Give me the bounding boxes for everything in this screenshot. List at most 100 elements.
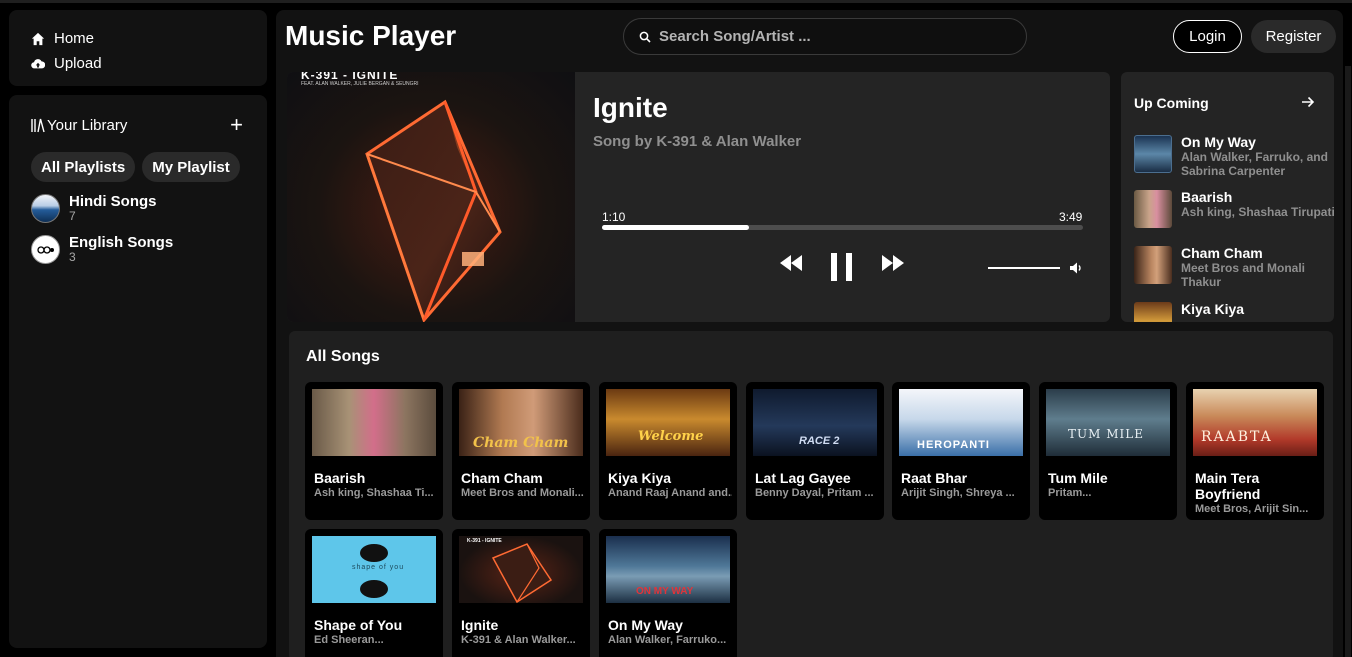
volume-icon[interactable]	[1069, 261, 1083, 275]
divide-symbol-icon	[360, 544, 388, 562]
playlist-item-english[interactable]: English Songs 3	[31, 235, 245, 264]
song-card[interactable]: RACE 2 Lat Lag Gayee Benny Dayal, Pritam…	[746, 382, 884, 520]
album-cover: K-391 - IGNITE FEAT. ALAN WALKER, JULIE …	[287, 72, 575, 322]
up-coming-artist: Alan Walker, Farruko, and Sabrina Carpen…	[1181, 150, 1328, 178]
album-art-pyramid	[365, 99, 502, 322]
up-coming-name: Baarish	[1181, 189, 1233, 205]
song-cover: TUM MILE	[1046, 389, 1170, 456]
up-coming-artist: Meet Bros and Monali Thakur	[1181, 261, 1306, 289]
up-coming-item[interactable]: Kiya Kiya	[1134, 302, 1334, 322]
up-coming-item[interactable]: Cham Cham Meet Bros and Monali Thakur	[1134, 246, 1334, 289]
current-time: 1:10	[602, 210, 626, 224]
scrollbar[interactable]	[1345, 66, 1351, 657]
song-cover-text: ON MY WAY	[636, 586, 694, 597]
progress-bar[interactable]	[602, 225, 1083, 230]
song-card[interactable]: ON MY WAY On My Way Alan Walker, Farruko…	[599, 529, 737, 657]
song-cover-text: RAABTA	[1201, 429, 1273, 445]
cloud-upload-icon	[31, 58, 45, 68]
song-card-name: Shape of You	[314, 617, 403, 633]
chip-all-playlists[interactable]: All Playlists	[31, 152, 136, 182]
cover-subtitle: FEAT. ALAN WALKER, JULIE BERGAN & SEUNGR…	[301, 81, 419, 87]
playlist-item-hindi[interactable]: Hindi Songs 7	[31, 194, 245, 223]
playlist-name: English Songs	[69, 234, 174, 251]
song-card-artist: Meet Bros, Arijit Sin...	[1195, 503, 1309, 515]
song-card-artist: Ed Sheeran...	[314, 634, 384, 646]
song-cover: Cham Cham	[459, 389, 583, 456]
song-card-artist: Ash king, Shashaa Ti...	[314, 487, 434, 499]
search-box[interactable]	[623, 18, 1027, 55]
arrow-right-icon[interactable]	[1301, 96, 1315, 108]
song-card-name: Tum Mile	[1048, 470, 1108, 486]
playlist-thumbnail	[31, 235, 60, 264]
song-cover-text: RACE 2	[799, 435, 840, 447]
song-card[interactable]: K-391 - IGNITE Ignite K-391 & Alan Walke…	[452, 529, 590, 657]
add-playlist-icon[interactable]: +	[230, 114, 243, 136]
song-card[interactable]: RAABTA Main Tera Boyfriend Meet Bros, Ar…	[1186, 382, 1324, 520]
library-panel: Your Library + All Playlists My Playlist…	[9, 95, 267, 648]
fast-forward-button[interactable]	[881, 254, 905, 277]
pause-button[interactable]	[830, 252, 854, 287]
window-top-border	[0, 0, 1352, 3]
up-coming-name: Kiya Kiya	[1181, 301, 1245, 317]
song-cover-text: TUM MILE	[1068, 427, 1144, 441]
song-artist: Song by K-391 & Alan Walker	[593, 133, 802, 150]
song-card-artist: Anand Raaj Anand and...	[608, 487, 732, 499]
total-time: 3:49	[1059, 210, 1083, 224]
pause-icon	[831, 253, 852, 281]
all-songs-section: All Songs Baarish Ash king, Shashaa Ti..…	[289, 331, 1333, 657]
up-coming-thumbnail	[1134, 246, 1172, 284]
rewind-button[interactable]	[779, 254, 803, 277]
music-note-icon	[36, 245, 54, 254]
up-coming-item[interactable]: On My Way Alan Walker, Farruko, and Sabr…	[1134, 135, 1334, 178]
library-title[interactable]: Your Library	[31, 117, 127, 134]
song-card-artist: K-391 & Alan Walker...	[461, 634, 576, 646]
song-card[interactable]: Welcome Kiya Kiya Anand Raaj Anand and..…	[599, 382, 737, 520]
up-coming-name: Cham Cham	[1181, 245, 1263, 261]
progress-fill	[602, 225, 749, 230]
song-card[interactable]: shape of you Shape of You Ed Sheeran...	[305, 529, 443, 657]
song-cover: RAABTA	[1193, 389, 1317, 456]
song-cover-text: shape of you	[352, 564, 405, 571]
song-card-name: Baarish	[314, 470, 366, 486]
divide-symbol-icon	[360, 580, 388, 598]
up-coming-item[interactable]: Baarish Ash king, Shashaa Tirupati	[1134, 190, 1334, 228]
playlist-count: 7	[69, 209, 76, 223]
song-cover-text: HEROPANTI	[917, 439, 990, 451]
song-card[interactable]: Cham Cham Cham Cham Meet Bros and Monali…	[452, 382, 590, 520]
library-title-label: Your Library	[47, 116, 128, 134]
song-cover: shape of you	[312, 536, 436, 603]
chip-my-playlist[interactable]: My Playlist	[142, 152, 240, 182]
nav-home[interactable]: Home	[31, 26, 245, 51]
song-cover: ON MY WAY	[606, 536, 730, 603]
up-coming-name: On My Way	[1181, 134, 1256, 150]
up-coming-title: Up Coming	[1134, 95, 1209, 111]
app-title: Music Player	[285, 20, 457, 51]
song-cover: RACE 2	[753, 389, 877, 456]
song-cover-text: Welcome	[638, 429, 704, 444]
song-cover: K-391 - IGNITE	[459, 536, 583, 603]
song-cover-text: K-391 - IGNITE	[467, 538, 502, 544]
nav-upload-label: Upload	[54, 55, 102, 72]
library-icon	[31, 118, 45, 133]
main-content: Music Player Login Register	[276, 10, 1351, 657]
up-coming-panel: Up Coming On My Way Alan Walker, Farruko…	[1121, 72, 1334, 322]
song-card[interactable]: Baarish Ash king, Shashaa Ti...	[305, 382, 443, 520]
song-cover: HEROPANTI	[899, 389, 1023, 456]
song-card-name: Lat Lag Gayee	[755, 470, 851, 486]
register-button[interactable]: Register	[1251, 20, 1336, 53]
login-button[interactable]: Login	[1173, 20, 1242, 53]
song-card-name: Ignite	[461, 617, 499, 633]
playlist-name: Hindi Songs	[69, 193, 157, 210]
song-card[interactable]: HEROPANTI Raat Bhar Arijit Singh, Shreya…	[892, 382, 1030, 520]
pyramid-art	[491, 543, 553, 603]
volume-slider[interactable]	[988, 267, 1060, 269]
search-input[interactable]	[659, 28, 999, 45]
up-coming-thumbnail	[1134, 135, 1172, 173]
song-card[interactable]: TUM MILE Tum Mile Pritam...	[1039, 382, 1177, 520]
search-icon	[639, 31, 651, 43]
song-cover	[312, 389, 436, 456]
song-card-name: Raat Bhar	[901, 470, 968, 486]
playlist-thumbnail	[31, 194, 60, 223]
up-coming-thumbnail	[1134, 302, 1172, 322]
nav-upload[interactable]: Upload	[31, 51, 245, 76]
